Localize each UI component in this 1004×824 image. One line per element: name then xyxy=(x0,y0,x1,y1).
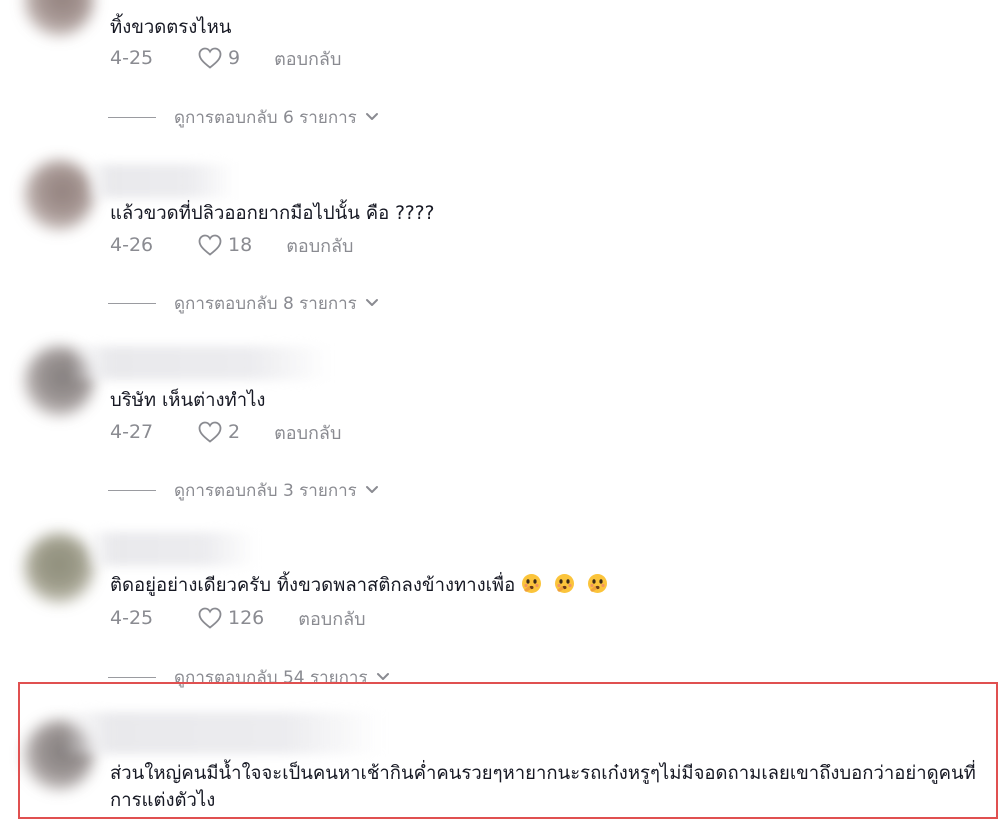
like-count: 2 xyxy=(228,421,241,443)
like-count: 18 xyxy=(228,234,253,256)
divider xyxy=(108,302,156,304)
comment-text: บริษัท เห็นต่างทำไง xyxy=(110,390,266,411)
reply-button[interactable]: ตอบกลับ xyxy=(298,604,365,633)
view-replies-label: ดูการตอบกลับ 3 รายการ xyxy=(174,480,357,501)
heart-icon xyxy=(198,234,222,256)
thinking-flushed-face-icon xyxy=(587,573,608,594)
like-count: 126 xyxy=(228,607,265,629)
divider xyxy=(108,489,156,491)
avatar[interactable] xyxy=(24,533,94,603)
thinking-flushed-face-icon xyxy=(521,573,542,594)
comment-text: ติดอยู่อย่างเดียวครับ ทิ้งขวดพลาสติกลงข้… xyxy=(110,572,608,599)
like-button[interactable]: 18 xyxy=(198,234,252,256)
view-replies-label: ดูการตอบกลับ 6 รายการ xyxy=(174,107,357,128)
heart-icon xyxy=(198,47,222,69)
chevron-down-icon xyxy=(365,299,378,306)
view-replies-label: ดูการตอบกลับ 8 รายการ xyxy=(174,293,357,314)
comment-date: 4-26 xyxy=(110,234,154,256)
divider xyxy=(108,116,156,118)
reply-button[interactable]: ตอบกลับ xyxy=(274,418,341,447)
like-button[interactable]: 2 xyxy=(198,421,240,443)
view-replies-button[interactable]: ดูการตอบกลับ 8 รายการ xyxy=(108,290,379,316)
reply-button[interactable]: ตอบกลับ xyxy=(274,44,341,73)
username-blurred[interactable] xyxy=(70,346,330,380)
avatar[interactable] xyxy=(24,160,94,230)
comment-text: แล้วขวดที่ปลิวออกยากมือไปนั้น คือ ???? xyxy=(110,203,435,224)
thinking-flushed-face-icon xyxy=(554,573,575,594)
avatar[interactable] xyxy=(24,0,94,36)
divider xyxy=(108,676,156,678)
like-count: 9 xyxy=(228,47,241,69)
comment-text-body: ติดอยู่อย่างเดียวครับ ทิ้งขวดพลาสติกลงข้… xyxy=(110,575,516,596)
comment-meta: 4-25 126 ตอบกลับ xyxy=(110,604,366,632)
comment-date: 4-25 xyxy=(110,47,154,69)
username-blurred[interactable] xyxy=(86,532,256,566)
heart-icon xyxy=(198,421,222,443)
heart-icon xyxy=(198,607,222,629)
comment-list: ทิ้งขวดตรงไหน 4-25 9 ตอบกลับ ดูการตอบกลั… xyxy=(0,0,1004,824)
chevron-down-icon xyxy=(365,486,378,493)
comment-date: 4-25 xyxy=(110,607,154,629)
comment-date: 4-27 xyxy=(110,421,154,443)
like-button[interactable]: 9 xyxy=(198,47,240,69)
highlight-box xyxy=(18,682,998,819)
username-blurred[interactable] xyxy=(86,164,236,198)
like-button[interactable]: 126 xyxy=(198,607,264,629)
chevron-down-icon xyxy=(365,113,378,120)
comment-meta: 4-25 9 ตอบกลับ xyxy=(110,44,341,72)
view-replies-button[interactable]: ดูการตอบกลับ 6 รายการ xyxy=(108,104,379,130)
reply-button[interactable]: ตอบกลับ xyxy=(286,231,353,260)
comment-meta: 4-26 18 ตอบกลับ xyxy=(110,231,353,259)
comment-meta: 4-27 2 ตอบกลับ xyxy=(110,418,341,446)
comment-text: ทิ้งขวดตรงไหน xyxy=(110,17,232,38)
chevron-down-icon xyxy=(376,673,389,680)
view-replies-button[interactable]: ดูการตอบกลับ 3 รายการ xyxy=(108,477,379,503)
